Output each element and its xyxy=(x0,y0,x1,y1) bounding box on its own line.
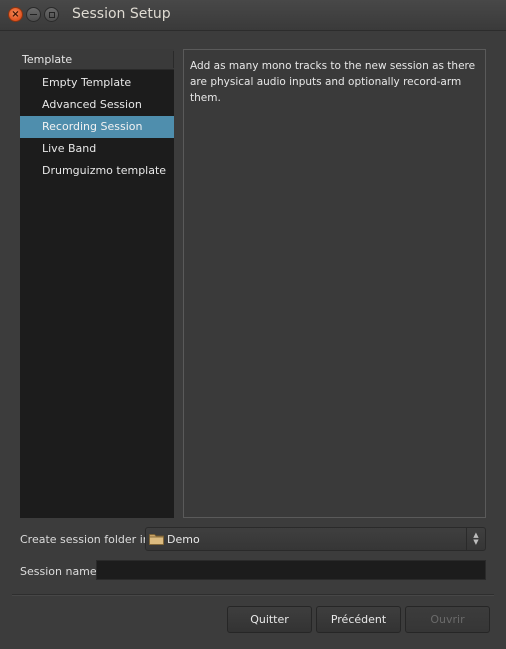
template-column-header[interactable]: Template xyxy=(20,49,174,70)
template-item-drumguizmo[interactable]: Drumguizmo template xyxy=(20,160,174,182)
template-item-live-band[interactable]: Live Band xyxy=(20,138,174,160)
template-header-label: Template xyxy=(22,53,73,66)
minimize-window-button[interactable] xyxy=(26,7,41,22)
close-window-button[interactable]: × xyxy=(8,7,23,22)
session-setup-window: × Session Setup Template Empty Template … xyxy=(0,0,506,649)
quit-button[interactable]: Quitter xyxy=(227,606,312,633)
template-item-advanced[interactable]: Advanced Session xyxy=(20,94,174,116)
open-button[interactable]: Ouvrir xyxy=(405,606,490,633)
title-bar: × Session Setup xyxy=(0,0,506,31)
session-folder-chooser[interactable]: Demo ▲ ▼ xyxy=(145,527,486,551)
previous-button[interactable]: Précédent xyxy=(316,606,401,633)
maximize-icon xyxy=(48,11,55,18)
template-item-recording[interactable]: Recording Session xyxy=(20,116,174,138)
template-item-empty[interactable]: Empty Template xyxy=(20,72,174,94)
combo-arrows-icon: ▲ ▼ xyxy=(466,528,485,550)
template-description: Add as many mono tracks to the new sessi… xyxy=(190,60,476,104)
maximize-window-button[interactable] xyxy=(44,7,59,22)
session-name-label: Session name: xyxy=(20,565,101,578)
folder-name: Demo xyxy=(167,533,200,546)
close-icon: × xyxy=(11,8,20,20)
column-separator xyxy=(173,51,174,68)
session-name-input[interactable] xyxy=(96,560,486,580)
minimize-icon xyxy=(30,13,37,16)
template-description-panel: Add as many mono tracks to the new sessi… xyxy=(183,49,486,518)
folder-icon xyxy=(149,534,164,545)
template-list: Template Empty Template Advanced Session… xyxy=(20,49,174,518)
folder-label: Create session folder in: xyxy=(20,533,154,546)
window-title: Session Setup xyxy=(72,6,171,22)
button-divider xyxy=(12,594,494,596)
